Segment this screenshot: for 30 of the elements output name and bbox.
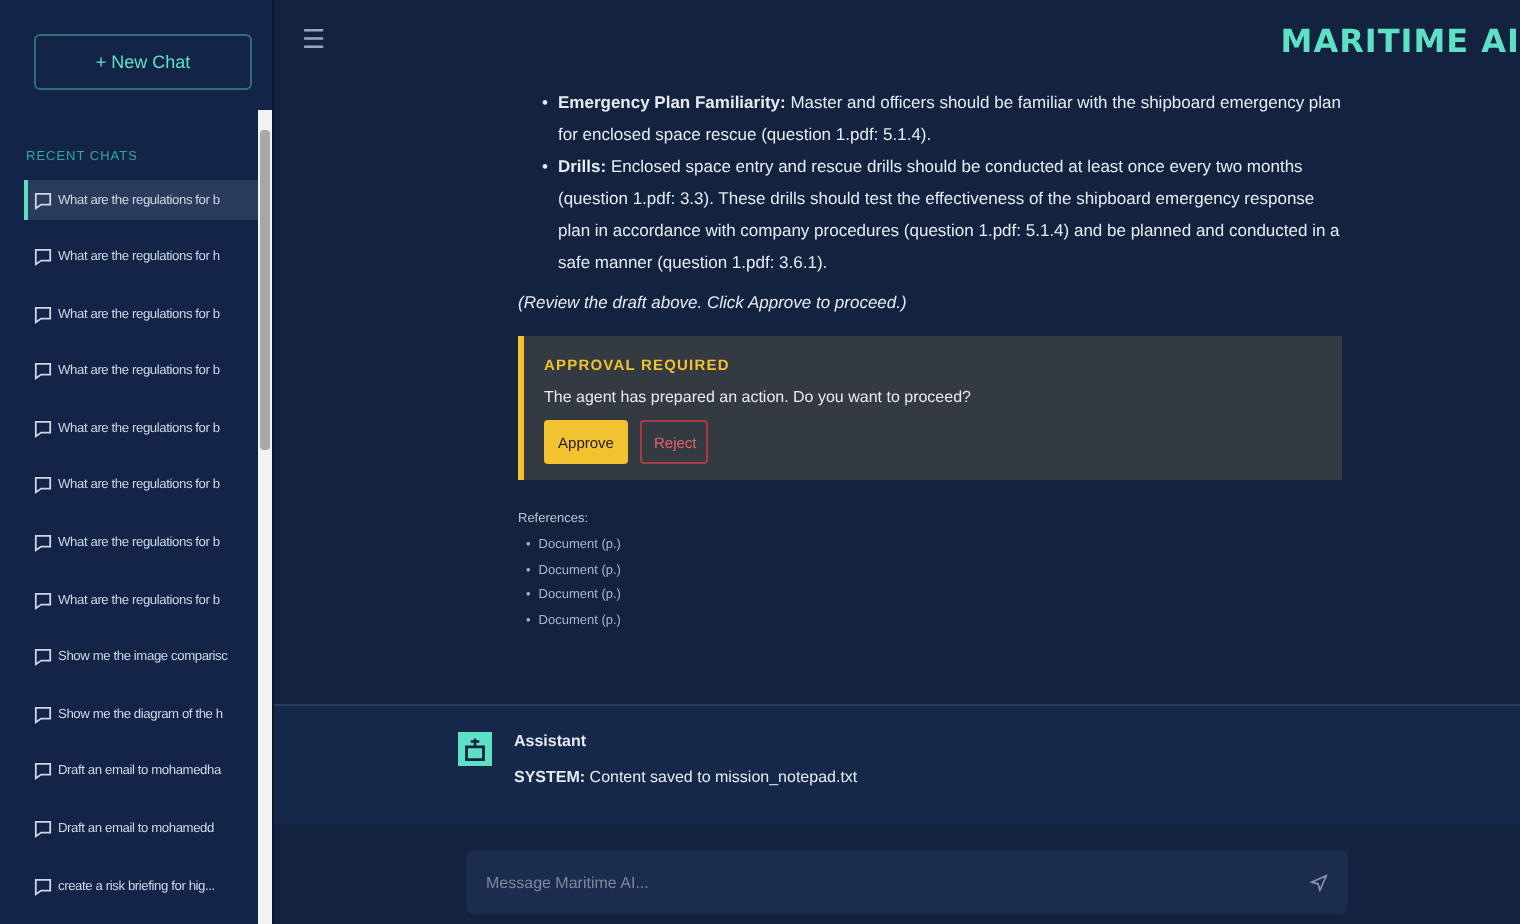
- chat-bubble-icon: [34, 362, 52, 381]
- chat-bubble-icon: [34, 305, 52, 324]
- brand-title: MARITIME AI: [1280, 21, 1520, 59]
- chat-bubble-icon: [34, 476, 52, 495]
- chat-bubble-icon: [34, 705, 52, 724]
- chat-bubble-icon: [34, 191, 52, 209]
- scrollbar[interactable]: [258, 110, 272, 924]
- chat-bubble-icon: [34, 648, 52, 667]
- chat-bubble-icon: [34, 419, 52, 438]
- chat-bubble-icon: [34, 591, 52, 610]
- message-text: SYSTEM: Content saved to mission_notepad.txt: [514, 768, 858, 786]
- menu-button[interactable]: ☰: [302, 25, 326, 55]
- chat-bubble-icon: [34, 877, 52, 896]
- bullet-text: Emergency Plan Familiarity: Master and officers should be familiar with the shipboard emergency plan for enclosed space rescue (question 1.pdf: 5.1.4).: [557, 90, 1342, 148]
- review-note: (Review the draft above. Click Approve to proceed.): [518, 292, 909, 312]
- send-icon[interactable]: [1310, 873, 1328, 891]
- approval-text: The agent has prepared an action. Do you want to proceed?: [544, 388, 973, 406]
- sender-name: Assistant: [514, 732, 589, 750]
- message-field[interactable]: Message Maritime AI...: [466, 850, 1348, 914]
- chat-bubble-icon: [34, 534, 52, 553]
- scrollbar-thumb[interactable]: [260, 130, 270, 450]
- bullet-marker: •: [542, 154, 548, 180]
- bullet-text: Drills: Enclosed space entry and rescue drills should be conducted at least once every two months (question 1.pdf: 3.3). These drills should test the effectiveness of the shipboard emergency response plan in accordance with company procedures (question 1.pdf: 5.1.4) and be planned and conducted in a safe manner (question 1.pdf: 3.6.1).: [557, 154, 1342, 276]
- message-input[interactable]: Message Maritime AI...: [482, 871, 1310, 893]
- chat-bubble-icon: [34, 248, 52, 267]
- robot-icon: [458, 732, 492, 766]
- chat-bubble-icon: [34, 820, 52, 839]
- chat-bubble-icon: [34, 762, 52, 781]
- bullet-marker: •: [542, 90, 548, 116]
- new-chat-button[interactable]: + New Chat: [34, 34, 252, 90]
